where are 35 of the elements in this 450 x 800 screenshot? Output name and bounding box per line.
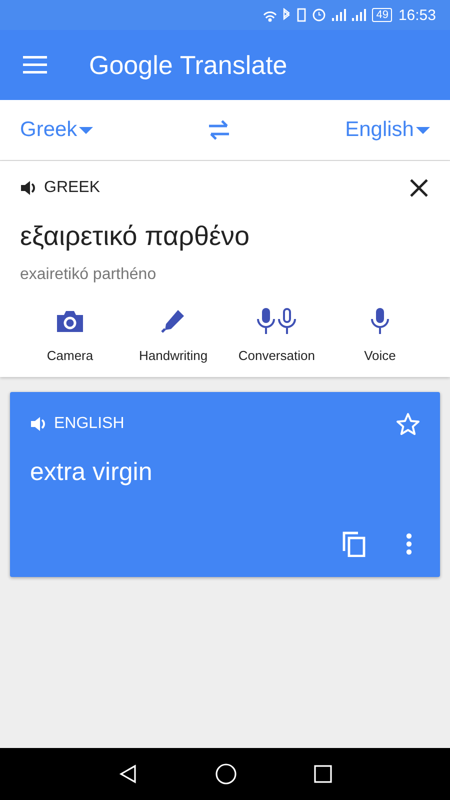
conversation-tool[interactable]: Conversation: [226, 304, 327, 367]
camera-icon: [57, 308, 83, 334]
close-icon[interactable]: [410, 179, 428, 197]
bluetooth-icon: [283, 8, 292, 22]
more-options-icon[interactable]: [406, 533, 412, 555]
app-logo: Google: [89, 50, 173, 80]
pen-icon: [161, 308, 186, 334]
signal-icon: [352, 8, 366, 22]
home-icon[interactable]: [214, 763, 237, 785]
copy-icon[interactable]: [342, 531, 366, 557]
target-language-label: ENGLISH: [54, 415, 124, 433]
source-language-label: GREEK: [44, 179, 100, 197]
alarm-icon: [312, 8, 326, 22]
microphones-icon: [256, 308, 298, 334]
app-title: Translate: [180, 50, 288, 80]
back-icon[interactable]: [118, 764, 138, 784]
target-language-selector[interactable]: English: [345, 118, 430, 142]
camera-tool[interactable]: Camera: [20, 304, 120, 367]
swap-icon[interactable]: [207, 120, 232, 140]
signal-icon: [332, 8, 346, 22]
clock: 16:53: [398, 6, 436, 24]
caret-icon: [79, 126, 94, 134]
translated-text: extra virgin: [30, 458, 154, 487]
caret-icon: [416, 126, 430, 134]
transliteration: exairetikó parthéno: [20, 266, 158, 284]
battery-level: 49: [372, 8, 392, 22]
microphone-icon: [370, 308, 390, 334]
menu-icon[interactable]: [23, 56, 47, 74]
source-text: εξαιρετικό παρθένο: [20, 221, 251, 252]
handwriting-tool[interactable]: Handwriting: [123, 304, 224, 367]
star-icon[interactable]: [396, 412, 420, 436]
source-language-selector[interactable]: Greek: [20, 118, 94, 142]
recents-icon[interactable]: [314, 765, 332, 783]
speaker-icon[interactable]: [20, 180, 38, 196]
voice-tool[interactable]: Voice: [330, 304, 430, 367]
